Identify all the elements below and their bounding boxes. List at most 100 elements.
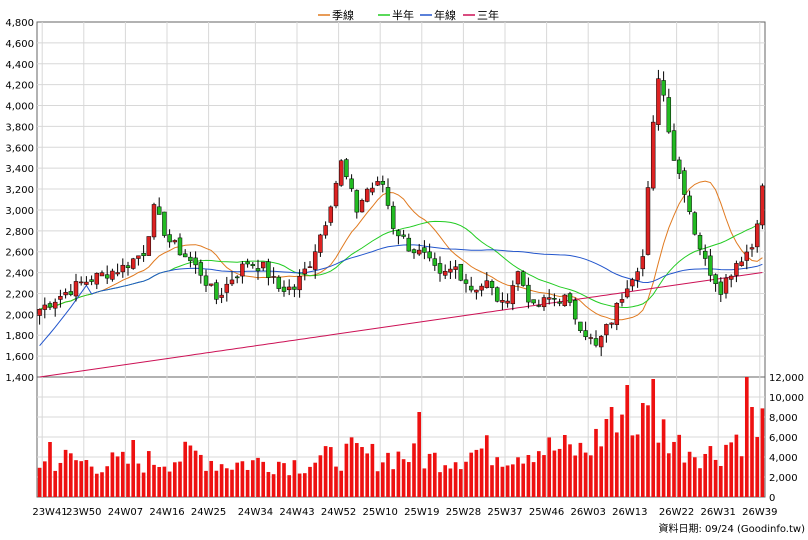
price-tick-label: 3,600 [5,143,34,154]
volume-bar [396,451,401,497]
candle-body [47,303,53,308]
volume-bar [661,419,666,497]
candle-body [567,293,573,303]
volume-bar [703,453,708,497]
candle-body [723,277,729,294]
candle-body [713,274,718,285]
candle-body [682,170,687,195]
volume-tick-label: 10,000 [769,393,804,404]
candle-body [146,236,152,256]
volume-bar [677,434,682,497]
candle-body [364,188,370,202]
x-tick-label: 24W16 [149,507,184,518]
candle-body [754,223,760,248]
volume-bar [583,452,588,497]
volume-bar [391,469,396,497]
candle-body [68,291,74,295]
candle-body [73,281,79,297]
price-tick-label: 1,400 [5,373,34,384]
volume-bar [354,443,359,497]
volume-bar [614,432,619,497]
candle-body [286,286,292,291]
volume-bar [526,455,531,497]
x-tick-label: 24W34 [238,507,273,518]
volume-bar [344,443,349,497]
volume-bar [646,405,650,497]
x-tick-label: 26W39 [742,507,777,518]
candle-body [260,261,266,269]
volume-bar [276,461,281,497]
candle-body [318,234,323,253]
candle-body [344,159,349,178]
volume-bar [490,465,494,497]
candle-body [614,303,620,325]
candle-body [635,271,640,281]
candle-body [697,235,703,250]
candle-body [359,200,365,213]
volume-bar [240,461,245,497]
candle-body [718,281,724,295]
volume-bar [349,437,354,497]
candle-body [84,281,89,285]
volume-bar [318,455,323,497]
volume-bar [718,465,723,497]
candle-body [749,247,755,250]
candle-body [130,258,136,269]
candle-body [396,230,401,237]
volume-bar [287,475,292,497]
candle-body [583,330,588,338]
candle-body [645,187,651,255]
candle-body [42,304,48,310]
candle-body [671,130,677,161]
price-axis: 1,400 1,600 1,800 2,000 2,200 2,400 2,600 2,800… [5,18,34,384]
volume-bar [271,474,276,497]
volume-bar [209,460,214,497]
volume-tick-label: 0 [769,493,775,504]
candle-body [552,298,557,300]
volume-bar [42,461,47,497]
price-tick-label: 2,000 [5,310,34,321]
volume-bar [542,455,546,497]
volume-bar [37,467,42,497]
volume-bar [188,445,193,497]
volume-bar [219,464,224,497]
volume-bar [120,451,125,497]
volume-bar [94,473,99,497]
volume-bar [422,468,427,497]
volume-bar [630,435,635,497]
volume-bar [328,447,333,497]
price-tick-label: 3,200 [5,185,34,196]
volume-bar [313,462,318,497]
candle-body [593,338,599,346]
volume-bar [578,442,583,497]
price-tick-label: 3,400 [5,164,34,175]
candle-body [406,237,412,252]
candle-body [531,299,536,304]
price-tick-label: 4,200 [5,81,34,92]
volume-bar [172,462,177,497]
volume-tick-label: 2,000 [769,473,798,484]
candle-body [416,249,422,255]
candle-body [172,240,178,243]
candle-body [292,286,297,290]
candle-body [666,97,672,133]
candle-body [739,261,744,266]
volume-bar [656,442,661,497]
volume-bar [89,466,94,497]
candle-body [167,234,172,243]
volume-bar [360,447,364,497]
volume-bar [401,459,406,497]
volume-bar [230,469,234,497]
price-tick-label: 4,800 [5,18,34,29]
candle-body [692,212,698,235]
candle-body [255,268,261,272]
volume-bar [256,457,260,497]
candle-body [427,251,432,259]
volume-bar [588,455,593,497]
candle-body [323,225,328,236]
volume-bar [302,473,307,497]
volume-bar [750,407,754,497]
x-tick-label: 23W50 [66,507,101,518]
x-tick-label: 25W28 [446,507,481,518]
candle-body [375,181,380,186]
